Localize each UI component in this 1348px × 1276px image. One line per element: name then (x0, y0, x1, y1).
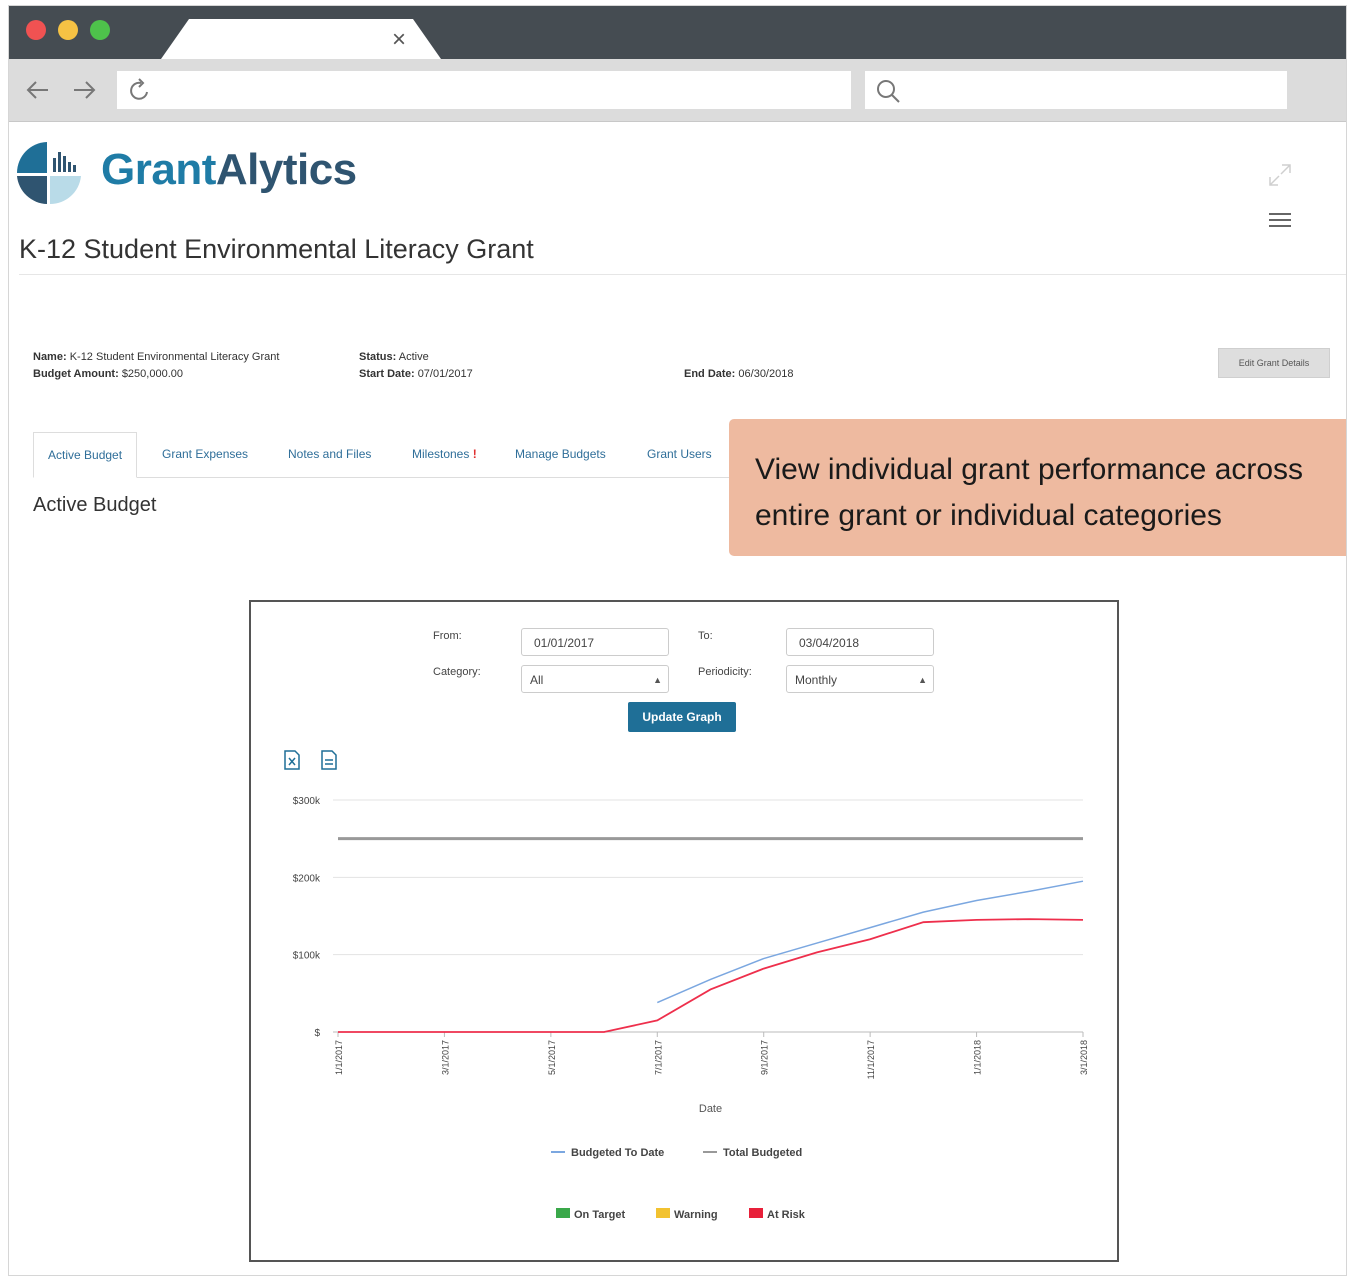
x-tick-label: 3/1/2018 (1079, 1040, 1089, 1075)
grantalytics-logo-icon[interactable] (17, 140, 83, 206)
tab-notes-and-files[interactable]: Notes and Files (288, 432, 371, 476)
status-legend-label: On Target (574, 1209, 625, 1221)
status-legend-swatch (556, 1208, 570, 1218)
grant-name-label: Name: (33, 351, 67, 363)
minimize-window-button[interactable] (58, 20, 78, 40)
milestones-alert-badge: ! (472, 447, 477, 461)
status-legend-swatch (749, 1208, 763, 1218)
maximize-window-button[interactable] (90, 20, 110, 40)
callout-line-2: entire grant or individual categories (755, 499, 1222, 532)
end-date-label: End Date: (684, 368, 736, 380)
tab-active-budget[interactable]: Active Budget (33, 432, 138, 478)
x-tick-label: 9/1/2017 (760, 1040, 770, 1075)
x-tick-label: 3/1/2017 (440, 1040, 450, 1075)
url-input[interactable] (117, 71, 851, 109)
status-label: Status: (359, 351, 397, 363)
forward-arrow-icon[interactable] (69, 75, 99, 105)
expand-icon[interactable] (1267, 162, 1293, 188)
tab-milestones[interactable]: Milestones ! (412, 432, 477, 476)
status-legend-swatch (656, 1208, 670, 1218)
grant-name-value: K-12 Student Environmental Literacy Gran… (69, 351, 280, 363)
browser-window: × GrantAlytics K-12 Student Environmenta… (8, 5, 1347, 1276)
x-axis-title: Date (699, 1103, 722, 1115)
grantalytics-logo[interactable]: GrantAlytics (101, 144, 357, 196)
callout-line-1: View individual grant performance across (755, 453, 1304, 486)
legend-label: Budgeted To Date (571, 1147, 664, 1159)
start-date-label: Start Date: (359, 368, 415, 380)
tab-grant-users[interactable]: Grant Users (647, 432, 712, 476)
x-tick-label: 7/1/2017 (653, 1040, 663, 1075)
search-input[interactable] (865, 71, 1287, 109)
section-title: Active Budget (33, 494, 157, 516)
grant-name-and-budget: Name: K-12 Student Environmental Literac… (33, 349, 279, 383)
start-date-value: 07/01/2017 (417, 368, 473, 380)
grant-end-date: End Date: 06/30/2018 (684, 366, 793, 383)
search-icon (877, 80, 900, 103)
grant-status-and-start: Status: Active Start Date: 07/01/2017 (359, 349, 473, 383)
budget-line-chart: $ $100k $200k $300k 1/1/2017 3/1/2017 5/1/2017… (293, 796, 1089, 1221)
x-tick-label: 1/1/2017 (334, 1040, 344, 1075)
x-tick-label: 11/1/2017 (866, 1040, 876, 1079)
status-value: Active (398, 351, 429, 363)
end-date-value: 06/30/2018 (738, 368, 794, 380)
status-legend-label: At Risk (767, 1209, 806, 1221)
back-arrow-icon[interactable] (23, 75, 53, 105)
close-window-button[interactable] (26, 20, 46, 40)
x-tick-label: 1/1/2018 (973, 1040, 983, 1075)
page-content: GrantAlytics K-12 Student Environmental … (9, 122, 1346, 1275)
reload-icon[interactable] (127, 78, 153, 104)
y-tick-label: $ (314, 1028, 320, 1039)
status-legend-label: Warning (674, 1209, 718, 1221)
edit-grant-details-button[interactable]: Edit Grant Details (1218, 348, 1330, 378)
page-title: K-12 Student Environmental Literacy Gran… (19, 234, 534, 264)
x-tick-label: 5/1/2017 (547, 1040, 557, 1075)
grant-tabs: Active Budget Grant Expenses Notes and F… (33, 432, 733, 478)
tab-manage-budgets[interactable]: Manage Budgets (515, 432, 606, 476)
tab-close-icon[interactable]: × (392, 28, 406, 52)
y-tick-label: $300k (293, 796, 321, 807)
feature-callout: View individual grant performance across… (729, 419, 1346, 556)
logo-text-grant: Grant (101, 145, 216, 194)
tab-milestones-label: Milestones (412, 447, 470, 461)
address-bar (9, 59, 1346, 122)
title-divider (19, 274, 1346, 275)
budget-graph-panel: From: 01/01/2017 To: 03/04/2018 Category… (249, 600, 1119, 1262)
y-tick-label: $200k (293, 873, 321, 884)
title-bar: × (9, 6, 1346, 59)
logo-text-alytics: Alytics (215, 145, 357, 194)
series-line-actual-spend (338, 918, 1084, 1033)
budget-amount-value: $250,000.00 (121, 368, 183, 380)
tab-grant-expenses[interactable]: Grant Expenses (162, 432, 248, 476)
legend-label: Total Budgeted (723, 1147, 802, 1159)
hamburger-menu-icon[interactable] (1269, 210, 1293, 230)
y-tick-label: $100k (293, 951, 321, 962)
budget-amount-label: Budget Amount: (33, 368, 119, 380)
